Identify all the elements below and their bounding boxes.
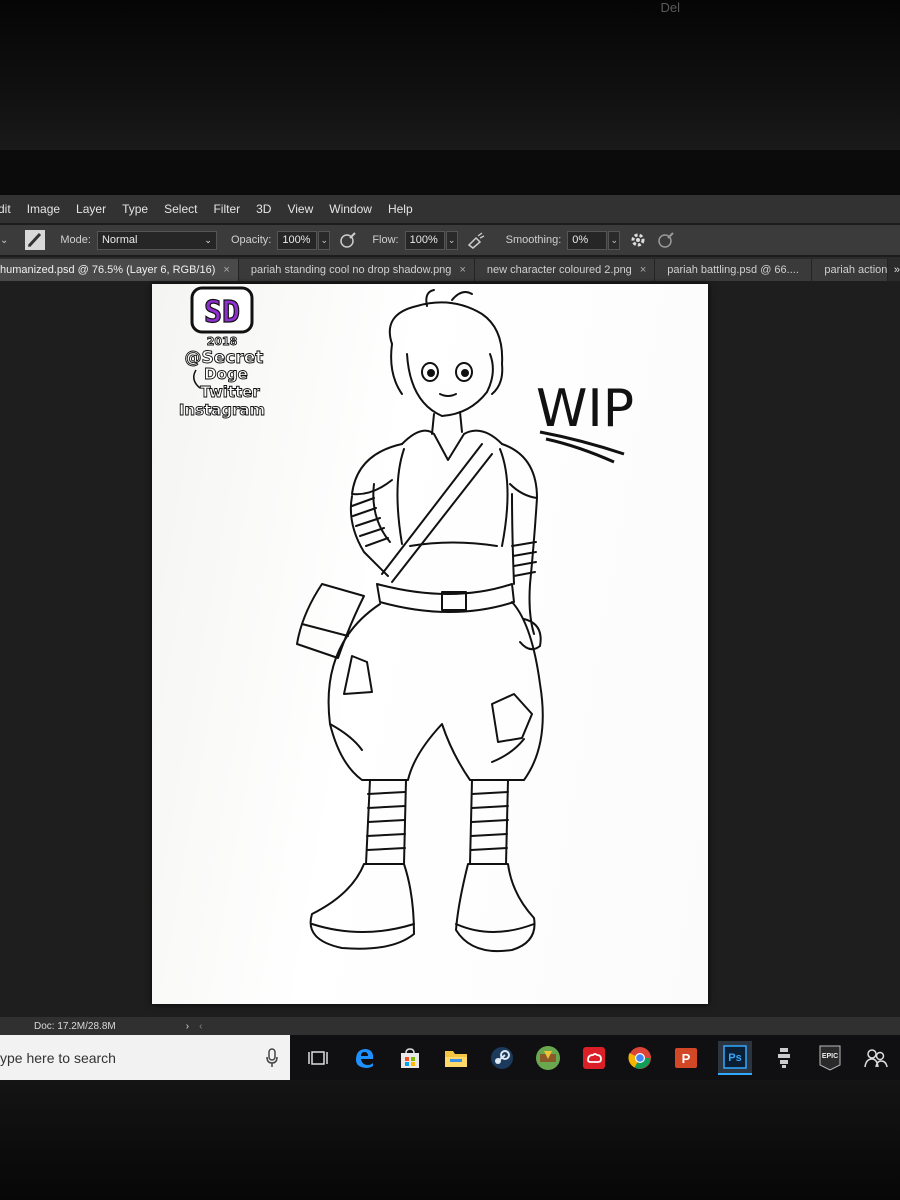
tab-humanized[interactable]: humanized.psd @ 76.5% (Layer 6, RGB/16) … xyxy=(0,259,239,281)
monitor-bezel-bottom xyxy=(0,1080,900,1200)
opacity-dropdown-icon[interactable]: ⌄ xyxy=(318,230,331,250)
tab-label: pariah action xyxy=(824,264,888,276)
logo: SD xyxy=(190,286,254,334)
document-size[interactable]: Doc: 17.2M/28.8M xyxy=(34,1021,116,1032)
tab-pariah-action[interactable]: pariah action xyxy=(812,259,888,281)
menu-layer[interactable]: Layer xyxy=(68,202,114,216)
flow-label: Flow: xyxy=(372,234,399,246)
character-line-art xyxy=(296,289,544,953)
windows-taskbar: ype here to search P Ps EPIC xyxy=(0,1035,900,1080)
people-icon[interactable] xyxy=(862,1044,890,1072)
creative-cloud-icon[interactable] xyxy=(580,1044,608,1072)
menu-type[interactable]: Type xyxy=(114,202,156,216)
flow-input[interactable]: 100% xyxy=(404,230,445,250)
options-bar: ⌄ Mode: Normal ⌄ Opacity: 100% ⌄ Flow: 1… xyxy=(0,225,900,255)
menu-view[interactable]: View xyxy=(279,202,321,216)
screen: dit Image Layer Type Select Filter 3D Vi… xyxy=(0,195,900,1080)
logo-letters: SD xyxy=(204,295,240,330)
steam-icon[interactable] xyxy=(488,1044,516,1072)
tab-label: new character coloured 2.png xyxy=(486,264,632,276)
chrome-icon[interactable] xyxy=(626,1044,654,1072)
search-placeholder: ype here to search xyxy=(0,1049,116,1066)
photoshop-icon[interactable]: Ps xyxy=(718,1040,752,1075)
chevron-down-icon: ⌄ xyxy=(204,234,212,245)
monitor-brand: Del xyxy=(660,0,680,15)
tab-label: pariah battling.psd @ 66.... xyxy=(667,264,799,276)
tab-pariah-battling[interactable]: pariah battling.psd @ 66.... xyxy=(655,259,813,281)
tabs-overflow-icon[interactable]: » xyxy=(894,259,900,281)
opacity-input[interactable]: 100% xyxy=(277,230,318,250)
watermark-year: 2018 xyxy=(207,335,238,348)
document-tab-bar: humanized.psd @ 76.5% (Layer 6, RGB/16) … xyxy=(0,257,900,281)
pressure-size-icon[interactable] xyxy=(656,230,676,250)
document-canvas[interactable]: SD 2018 @Secret Doge Twitter Instagram W… xyxy=(152,284,708,1004)
epic-label: EPIC xyxy=(822,1053,838,1060)
file-explorer-icon[interactable] xyxy=(442,1044,470,1072)
mode-label: Mode: xyxy=(60,234,91,246)
status-menu-arrow-icon[interactable]: › xyxy=(186,1021,189,1032)
smoothing-label: Smoothing: xyxy=(505,234,562,246)
monitor-bezel-top: Del xyxy=(0,0,900,150)
svg-text:P: P xyxy=(682,1051,691,1066)
close-icon[interactable]: × xyxy=(459,259,465,281)
smoothing-input[interactable]: 0% xyxy=(567,230,608,250)
wip-text: WIP xyxy=(536,379,634,439)
close-icon[interactable]: × xyxy=(223,259,229,281)
mode-select[interactable]: Normal ⌄ xyxy=(96,230,217,250)
flow-dropdown-icon[interactable]: ⌄ xyxy=(445,230,458,250)
brush-settings-icon[interactable] xyxy=(24,229,46,251)
watermark-doge: Doge xyxy=(204,365,248,383)
store-icon[interactable] xyxy=(396,1044,424,1072)
tab-label: humanized.psd @ 76.5% (Layer 6, RGB/16) xyxy=(0,264,216,276)
artwork-svg: SD 2018 @Secret Doge Twitter Instagram W… xyxy=(178,286,634,953)
powerpoint-icon[interactable]: P xyxy=(672,1044,700,1072)
gear-icon[interactable] xyxy=(628,230,648,250)
opacity-value: 100% xyxy=(282,233,311,246)
pressure-opacity-icon[interactable] xyxy=(338,230,358,250)
watermark-instagram: Instagram xyxy=(179,401,265,419)
status-bar: Doc: 17.2M/28.8M › ‹ xyxy=(0,1017,900,1035)
watermark-twitter: Twitter xyxy=(200,383,260,401)
edge-icon[interactable] xyxy=(350,1044,378,1072)
wip-annotation: WIP xyxy=(536,379,634,464)
airbrush-icon[interactable] xyxy=(466,230,486,250)
tab-label: pariah standing cool no drop shadow.png xyxy=(250,264,452,276)
tool-preset-chevron-icon[interactable]: ⌄ xyxy=(0,235,8,246)
workspace: SD 2018 @Secret Doge Twitter Instagram W… xyxy=(0,281,900,1017)
task-view-icon[interactable] xyxy=(304,1044,332,1072)
opacity-label: Opacity: xyxy=(230,234,272,246)
menu-window[interactable]: Window xyxy=(321,202,380,216)
tab-pariah-standing[interactable]: pariah standing cool no drop shadow.png … xyxy=(238,259,475,281)
search-box[interactable]: ype here to search xyxy=(0,1035,290,1080)
menu-bar: dit Image Layer Type Select Filter 3D Vi… xyxy=(0,195,900,223)
scroll-left-icon[interactable]: ‹ xyxy=(199,1021,202,1032)
smoothing-value: 0% xyxy=(572,233,589,246)
mode-value: Normal xyxy=(101,233,138,246)
menu-3d[interactable]: 3D xyxy=(248,202,279,216)
watermark: 2018 @Secret Doge Twitter Instagram xyxy=(178,335,265,420)
minecraft-icon[interactable] xyxy=(534,1044,562,1072)
smoothing-dropdown-icon[interactable]: ⌄ xyxy=(608,230,621,250)
epic-games-icon[interactable]: EPIC xyxy=(816,1044,844,1072)
app-icon[interactable] xyxy=(770,1044,798,1072)
menu-help[interactable]: Help xyxy=(380,202,421,216)
photoshop-label: Ps xyxy=(728,1052,741,1064)
menu-filter[interactable]: Filter xyxy=(205,202,248,216)
menu-select[interactable]: Select xyxy=(156,202,205,216)
flow-value: 100% xyxy=(409,233,438,246)
menu-edit[interactable]: dit xyxy=(0,202,19,216)
close-icon[interactable]: × xyxy=(640,259,646,281)
tab-new-character[interactable]: new character coloured 2.png × xyxy=(474,259,656,281)
microphone-icon[interactable] xyxy=(264,1047,280,1069)
menu-image[interactable]: Image xyxy=(19,202,68,216)
